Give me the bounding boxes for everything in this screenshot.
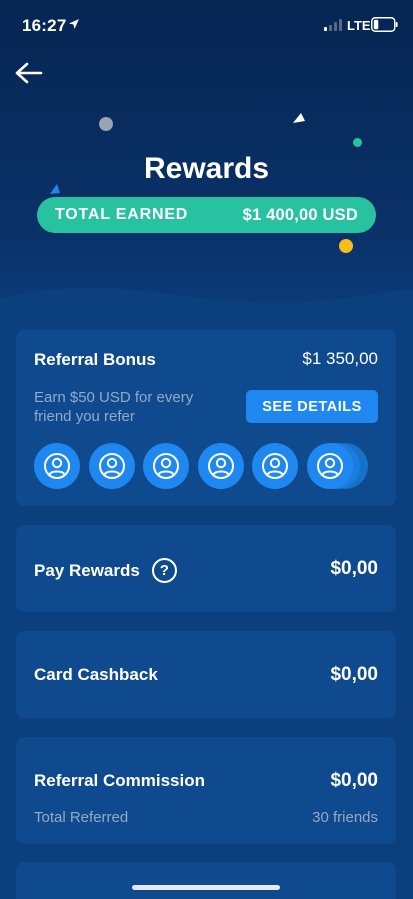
total-earned-label: TOTAL EARNED (55, 206, 189, 223)
user-circle-icon (153, 453, 179, 479)
card-cashback-value: $0,00 (330, 664, 378, 685)
pay-rewards-title: Pay Rewards (34, 560, 140, 580)
user-circle-icon (262, 453, 288, 479)
referral-bonus-description: Earn $50 USD for every friend you refer (34, 389, 194, 425)
avatar (197, 443, 244, 489)
referred-friends-avatars (34, 443, 384, 491)
next-card-partial (16, 862, 396, 899)
page-title: Rewards (143, 152, 270, 185)
network-type: LTE (347, 18, 371, 33)
decorative-dot-gray (99, 117, 113, 131)
home-indicator[interactable] (132, 885, 280, 890)
referral-bonus-value: $1 350,00 (302, 349, 378, 368)
avatar (252, 443, 298, 489)
signal-bars-icon (324, 19, 342, 31)
total-referred-value: 30 friends (312, 809, 378, 826)
user-circle-icon (207, 453, 234, 479)
pay-rewards-card[interactable]: Pay Rewards ? $0,00 (16, 525, 396, 612)
decorative-triangle-white (293, 113, 305, 123)
total-referred-label: Total Referred (34, 809, 129, 826)
battery-low-icon (371, 17, 398, 32)
card-cashback-title: Card Cashback (34, 665, 158, 684)
user-circle-icon (44, 453, 70, 479)
status-bar: 16:27 LTE (0, 0, 413, 50)
pay-rewards-value: $0,00 (330, 558, 378, 579)
user-circle-icon (98, 453, 125, 479)
decorative-dot-yellow (339, 239, 353, 253)
total-earned-badge: TOTAL EARNED $1 400,00 USD (37, 197, 376, 233)
decorative-dot-green (353, 138, 362, 147)
user-circle-icon (316, 453, 343, 479)
status-time: 16:27 (22, 16, 67, 35)
referral-bonus-title: Referral Bonus (34, 350, 156, 369)
referral-commission-value: $0,00 (330, 770, 378, 791)
avatar (88, 443, 135, 489)
referral-bonus-card: Referral Bonus $1 350,00 Earn $50 USD fo… (16, 330, 396, 506)
back-button[interactable] (14, 60, 44, 86)
help-icon[interactable]: ? (151, 558, 177, 583)
header-wave (0, 287, 413, 330)
total-earned-value: $1 400,00 USD (242, 205, 358, 224)
arrow-left-icon (15, 62, 43, 84)
referral-commission-card[interactable]: Referral Commission $0,00 Total Referred… (16, 737, 396, 844)
referral-commission-title: Referral Commission (34, 771, 205, 790)
avatar (143, 443, 189, 489)
card-cashback-card[interactable]: Card Cashback $0,00 (16, 631, 396, 718)
location-arrow-icon (69, 19, 79, 29)
see-details-button[interactable]: SEE DETAILS (246, 390, 378, 423)
pay-rewards-heading: Pay Rewards ? (34, 558, 177, 583)
avatar (34, 443, 80, 489)
avatar (306, 443, 353, 489)
